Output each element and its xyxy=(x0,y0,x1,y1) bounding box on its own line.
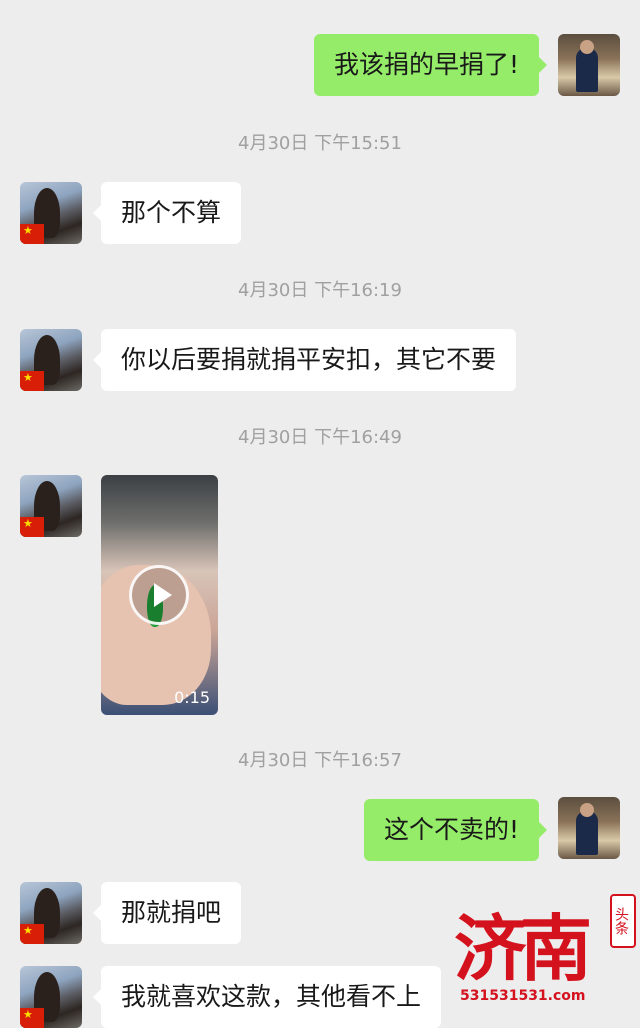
timestamp: 4月30日 下午16:19 xyxy=(238,280,402,301)
message-bubble-received[interactable]: 你以后要捐就捐平安扣，其它不要 xyxy=(92,329,517,391)
avatar-self[interactable] xyxy=(558,34,620,96)
avatar-contact[interactable]: ★ xyxy=(20,882,82,944)
watermark-badge: 头条 xyxy=(610,894,636,948)
watermark-url: 531531531.com xyxy=(460,988,586,1004)
message-bubble-received[interactable]: 那个不算 xyxy=(92,182,242,244)
flag-icon: ★ xyxy=(20,517,44,537)
timestamp: 4月30日 下午16:57 xyxy=(238,750,402,771)
timestamp: 4月30日 下午15:51 xyxy=(238,133,402,154)
watermark-brand: 济南 xyxy=(454,906,592,991)
video-message[interactable]: 0:15 xyxy=(101,475,218,715)
message-bubble-sent[interactable]: 我该捐的早捐了! xyxy=(313,34,548,96)
message-bubble-received[interactable]: 那就捐吧 xyxy=(92,882,242,944)
avatar-contact[interactable]: ★ xyxy=(20,329,82,391)
avatar-self[interactable] xyxy=(558,797,620,859)
flag-icon: ★ xyxy=(20,1008,44,1028)
video-duration: 0:15 xyxy=(174,688,210,707)
flag-icon: ★ xyxy=(20,224,44,244)
avatar-contact[interactable]: ★ xyxy=(20,475,82,537)
avatar-contact[interactable]: ★ xyxy=(20,966,82,1028)
flag-icon: ★ xyxy=(20,924,44,944)
message-bubble-received[interactable]: 我就喜欢这款，其他看不上 xyxy=(92,966,442,1028)
play-icon[interactable] xyxy=(129,565,189,625)
watermark: 济南 头条 531531531.com xyxy=(448,890,640,1015)
timestamp: 4月30日 下午16:49 xyxy=(238,427,402,448)
message-bubble-sent[interactable]: 这个不卖的! xyxy=(363,799,548,861)
avatar-contact[interactable]: ★ xyxy=(20,182,82,244)
flag-icon: ★ xyxy=(20,371,44,391)
